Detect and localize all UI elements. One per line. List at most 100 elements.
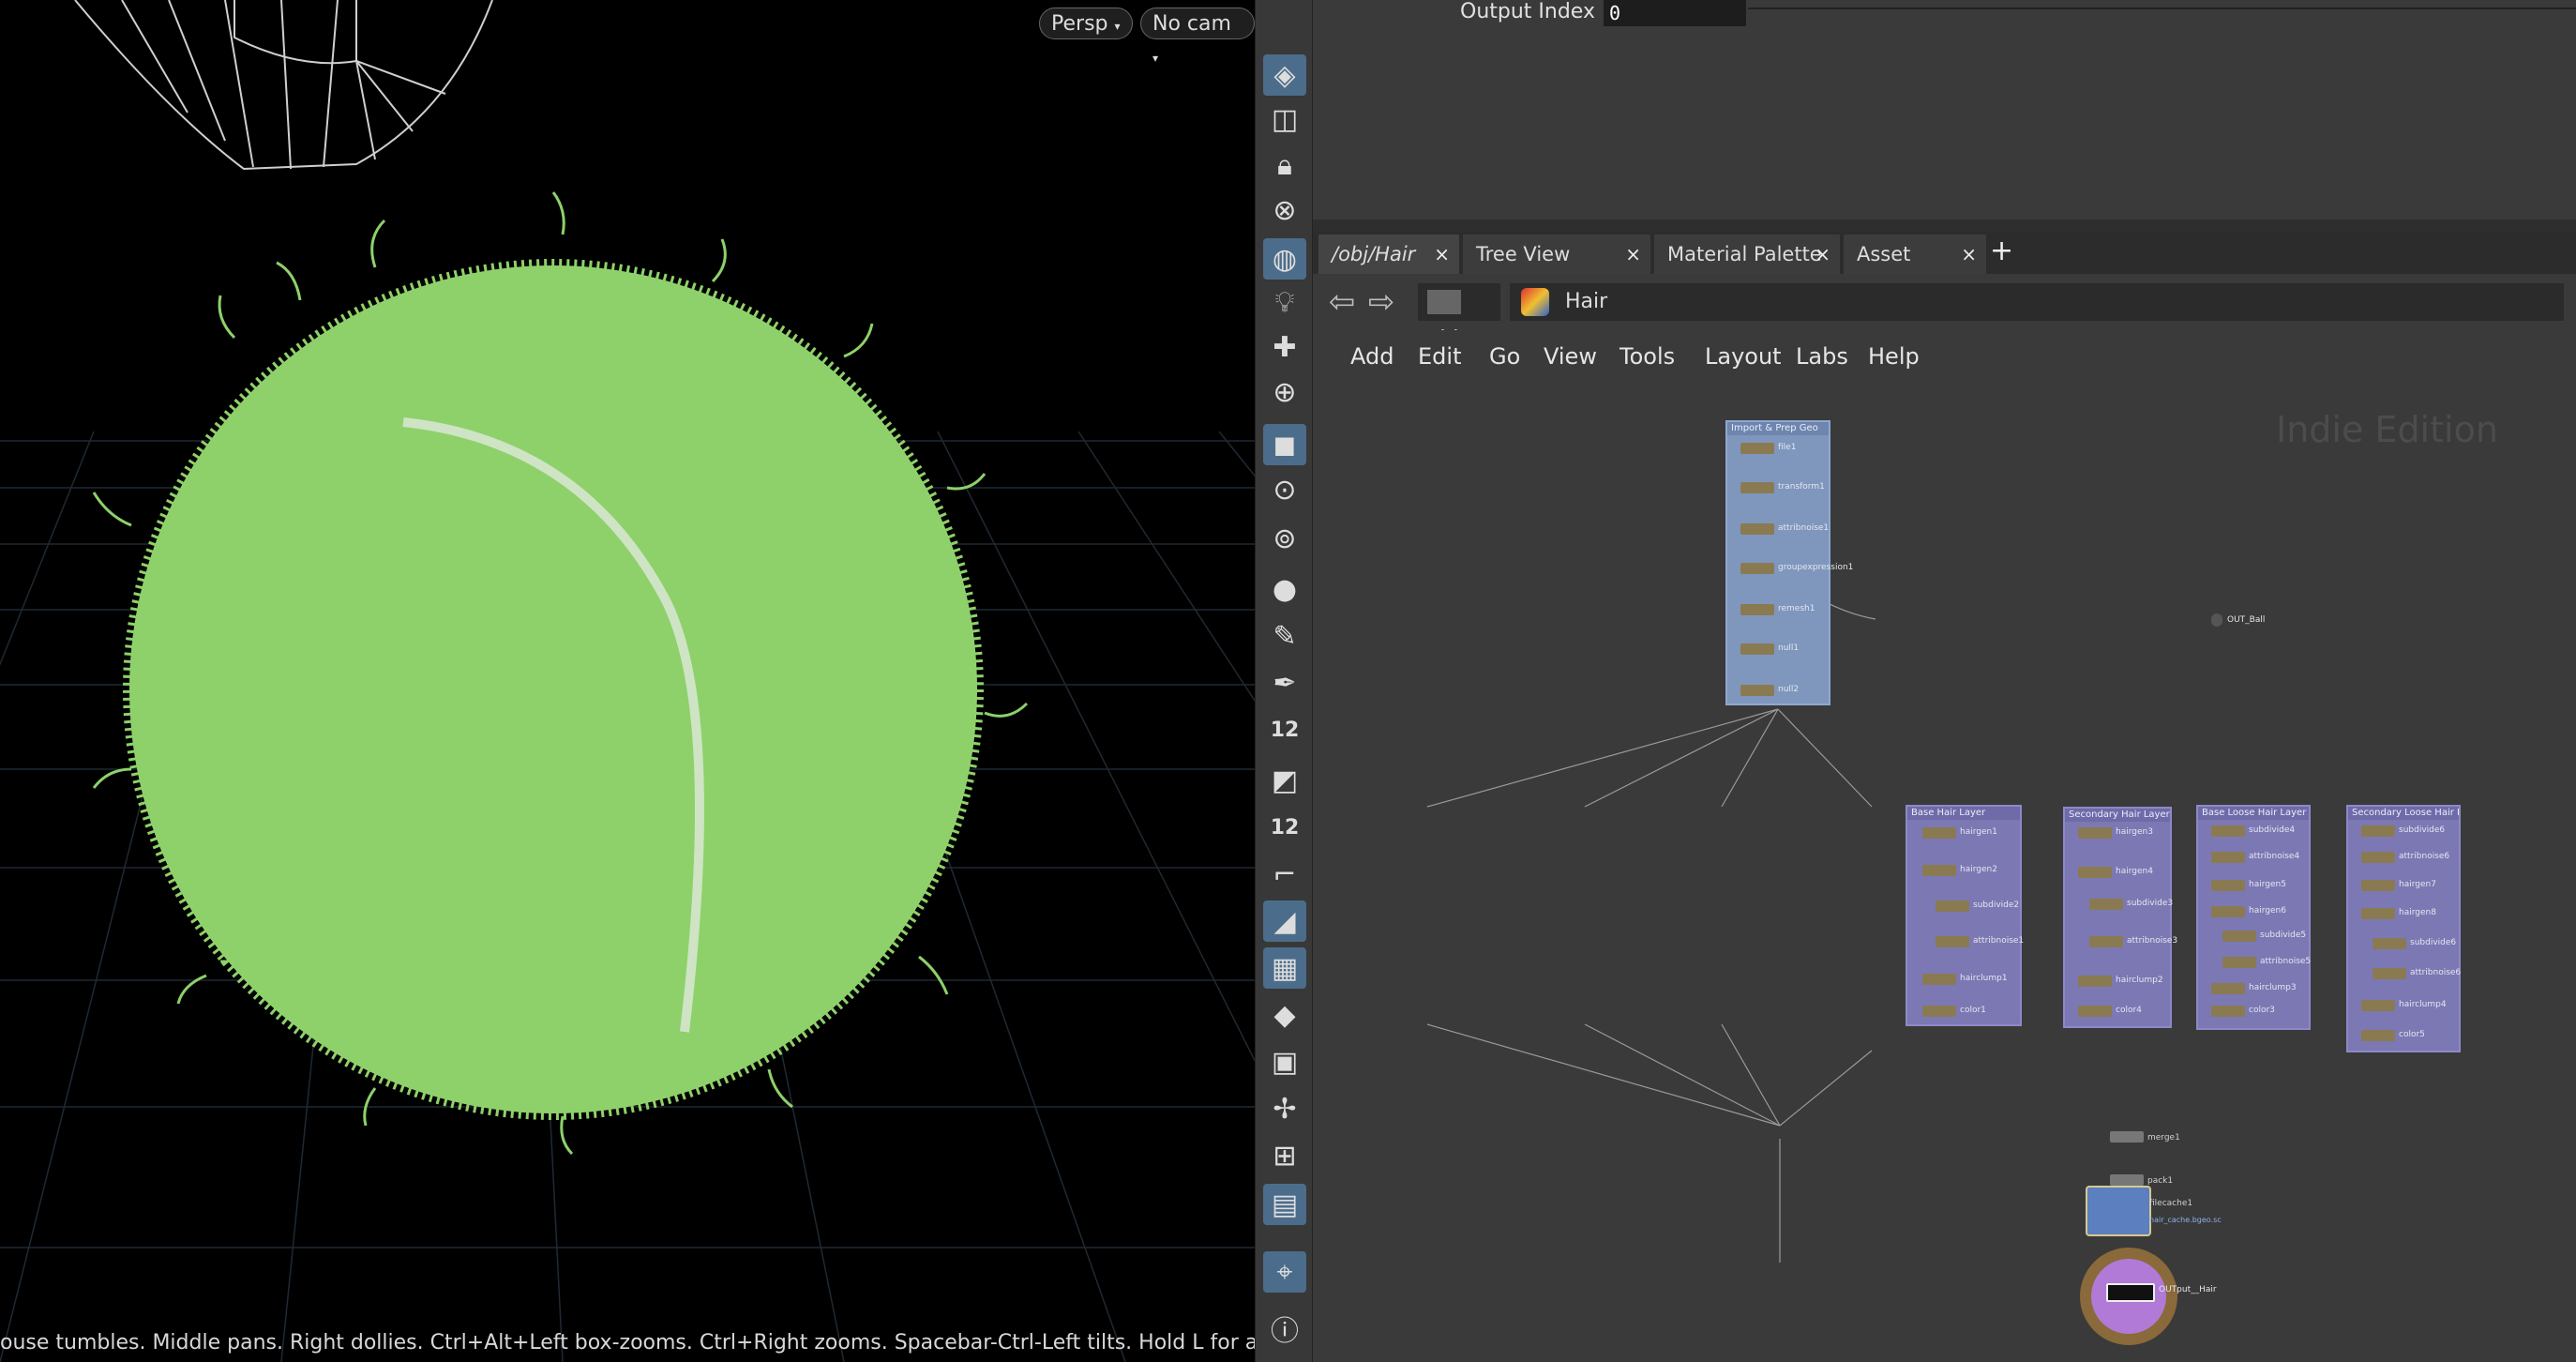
node-subdivide3[interactable] bbox=[2089, 899, 2123, 910]
node-hairgen8[interactable] bbox=[2361, 908, 2395, 919]
grid-select-icon[interactable]: ⊞ bbox=[1263, 1135, 1306, 1176]
tab-tree-view[interactable]: Tree View × bbox=[1463, 235, 1650, 274]
menu-go[interactable]: Go bbox=[1489, 340, 1520, 373]
node-out-ball[interactable] bbox=[2211, 613, 2222, 627]
pen-icon[interactable]: ✒ bbox=[1263, 662, 1306, 704]
node-attribnoise5[interactable] bbox=[2222, 957, 2256, 968]
forward-arrow-icon[interactable]: ⇨ bbox=[1363, 283, 1399, 321]
viewport-canvas[interactable] bbox=[0, 0, 1255, 1362]
netbox-base-hair-layer[interactable]: Base Hair Layer hairgen1 hairgen2 subdiv… bbox=[1906, 805, 2024, 1026]
brush-icon[interactable]: ✎ bbox=[1263, 615, 1306, 657]
node-merge1[interactable] bbox=[2110, 1131, 2144, 1143]
breadcrumb-obj[interactable]: obj bbox=[1418, 283, 1500, 351]
netbox-import-prep-geo[interactable]: Import & Prep Geo file1 transform1 attri… bbox=[1725, 420, 1853, 705]
ghost-icon[interactable]: ⊗ bbox=[1263, 189, 1306, 231]
node-file1[interactable] bbox=[1740, 443, 1774, 454]
primitive-icon[interactable]: ◩ bbox=[1263, 760, 1306, 801]
node-remesh1[interactable] bbox=[1740, 604, 1774, 615]
close-icon[interactable]: × bbox=[1815, 235, 1830, 274]
node-subdivide4[interactable] bbox=[2211, 825, 2245, 837]
info-icon[interactable]: ⓘ bbox=[1263, 1308, 1306, 1349]
menu-add[interactable]: Add bbox=[1350, 340, 1393, 373]
node-transform1[interactable] bbox=[1740, 482, 1774, 493]
node-color4[interactable] bbox=[2078, 1006, 2112, 1017]
menu-labs[interactable]: Labs bbox=[1796, 340, 1848, 373]
display-icon[interactable]: ◍ bbox=[1263, 238, 1306, 280]
add-tab-button[interactable]: + bbox=[1990, 235, 2013, 267]
node-attribnoise4[interactable] bbox=[2211, 852, 2245, 863]
uv-icon[interactable]: ▣ bbox=[1263, 1041, 1306, 1082]
menu-view[interactable]: View bbox=[1544, 340, 1597, 373]
node-hairgen5[interactable] bbox=[2211, 880, 2245, 891]
network-editor[interactable]: Indie Edition Import & Prep Geo file1 tr… bbox=[1313, 383, 2576, 1362]
menu-edit[interactable]: Edit bbox=[1418, 340, 1461, 373]
node-subdivide7[interactable] bbox=[2373, 938, 2406, 949]
node-attribnoise6[interactable] bbox=[2361, 852, 2395, 863]
netbox-base-loose-hair-layer[interactable]: Base Loose Hair Layer subdivide4 attribn… bbox=[2196, 805, 2311, 1030]
node-hairgen2[interactable] bbox=[1922, 865, 1956, 876]
node-hairgen4[interactable] bbox=[2078, 867, 2112, 878]
node-filecache1[interactable] bbox=[2086, 1186, 2151, 1236]
camera-view-icon[interactable]: ⊚ bbox=[1263, 518, 1306, 559]
close-icon[interactable]: × bbox=[1625, 235, 1641, 274]
perspective-menu-button[interactable]: Persp ▾ bbox=[1039, 8, 1133, 39]
close-icon[interactable]: × bbox=[1434, 235, 1450, 274]
menu-tools[interactable]: Tools bbox=[1619, 340, 1675, 373]
close-icon[interactable]: × bbox=[1961, 235, 1977, 274]
node-pack1[interactable] bbox=[2110, 1174, 2144, 1186]
node-hairgen3[interactable] bbox=[2078, 827, 2112, 839]
curve-icon[interactable]: ⌐ bbox=[1263, 854, 1306, 895]
node-null2[interactable] bbox=[1740, 685, 1774, 696]
node-hairclump1[interactable] bbox=[1922, 974, 1956, 985]
node-hairclump2[interactable] bbox=[2078, 976, 2112, 987]
scene-viewport[interactable]: Persp ▾ No cam ▾ ouse tumbles. Middle pa… bbox=[0, 0, 1255, 1362]
node-color1[interactable] bbox=[1922, 1006, 1956, 1017]
primitive-number-icon[interactable]: 12 bbox=[1263, 807, 1306, 848]
node-attribnoise[interactable] bbox=[1936, 936, 1969, 947]
node-attribnoise3[interactable] bbox=[2089, 936, 2123, 947]
node-subdivide6[interactable] bbox=[2361, 825, 2395, 837]
netbox-secondary-hair-layer[interactable]: Secondary Hair Layer hairgen3 hairgen4 s… bbox=[2063, 807, 2177, 1028]
camera-menu-button[interactable]: No cam ▾ bbox=[1140, 8, 1255, 65]
node-hairclump4[interactable] bbox=[2361, 1000, 2395, 1011]
light-icon[interactable]: 💡︎ bbox=[1263, 281, 1306, 323]
tab-material-palette[interactable]: Material Palette × bbox=[1654, 235, 1840, 274]
pivot-icon[interactable]: ◢ bbox=[1263, 900, 1306, 942]
pane-splitter[interactable] bbox=[1313, 219, 2576, 231]
output-index-slider[interactable] bbox=[1748, 8, 2576, 9]
checker-icon[interactable]: ▦ bbox=[1263, 947, 1306, 989]
light-target-icon[interactable]: ⊕ bbox=[1263, 371, 1306, 413]
pin-icon[interactable]: ⌖ bbox=[1263, 1251, 1306, 1293]
handle-icon[interactable]: ✢ bbox=[1263, 1088, 1306, 1129]
node-groupexpression1[interactable] bbox=[1740, 563, 1774, 574]
camera-icon[interactable]: ⊙ bbox=[1263, 469, 1306, 510]
snap-icon[interactable]: ◫ bbox=[1263, 98, 1306, 140]
layers-icon[interactable]: ◈ bbox=[1263, 54, 1306, 96]
menu-layout[interactable]: Layout bbox=[1705, 340, 1782, 373]
node-attribnoise7[interactable] bbox=[2373, 968, 2406, 979]
point-number-icon[interactable]: 12 bbox=[1263, 709, 1306, 750]
netbox-secondary-loose-hair-layer[interactable]: Secondary Loose Hair La... subdivide6 at… bbox=[2346, 805, 2461, 1052]
node-subdivide2[interactable] bbox=[1936, 900, 1969, 912]
menu-help[interactable]: Help bbox=[1868, 340, 1920, 373]
shading-icon[interactable]: ◼ bbox=[1263, 424, 1306, 465]
lock-icon[interactable]: 🔒︎ bbox=[1263, 144, 1306, 186]
node-hairgen1[interactable] bbox=[1922, 827, 1956, 839]
node-hairgen6[interactable] bbox=[2211, 906, 2245, 917]
node-output-hair[interactable] bbox=[2106, 1283, 2155, 1302]
point-icon[interactable]: ● bbox=[1263, 568, 1306, 610]
tab-obj-hair[interactable]: /obj/Hair × bbox=[1318, 235, 1459, 274]
node-hairgen7[interactable] bbox=[2361, 880, 2395, 891]
diamond-icon[interactable]: ◆ bbox=[1263, 994, 1306, 1036]
node-null1[interactable] bbox=[1740, 643, 1774, 655]
node-attribnoise1[interactable] bbox=[1740, 523, 1774, 535]
node-hairclump3[interactable] bbox=[2211, 983, 2245, 994]
node-color3[interactable] bbox=[2211, 1006, 2245, 1017]
node-subdivide5[interactable] bbox=[2222, 931, 2256, 942]
node-color5[interactable] bbox=[2361, 1030, 2395, 1041]
background-image-icon[interactable]: ▤ bbox=[1263, 1184, 1306, 1225]
back-arrow-icon[interactable]: ⇦ bbox=[1324, 283, 1360, 321]
breadcrumb-hair[interactable]: Hair bbox=[1510, 283, 2564, 321]
tab-asset-browser[interactable]: Asset Browser × bbox=[1844, 235, 1986, 305]
output-index-field[interactable]: 0 bbox=[1604, 0, 1746, 26]
